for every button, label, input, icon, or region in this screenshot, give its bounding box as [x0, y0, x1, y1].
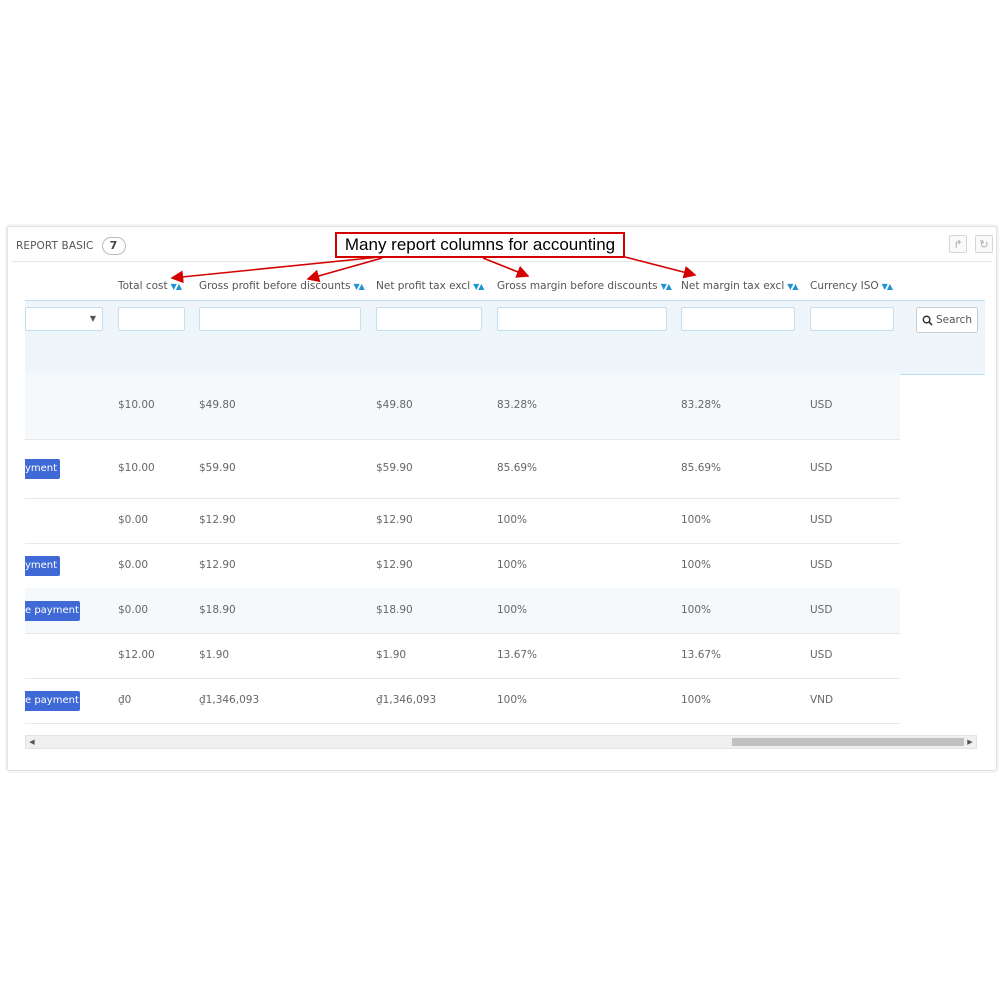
cell-gross-margin: 100%	[497, 604, 528, 616]
cell-net-profit: $18.90	[376, 604, 413, 616]
cell-net-margin: 13.67%	[681, 649, 722, 661]
cell-total-cost: $10.00	[118, 462, 155, 474]
cell-gross-profit: $12.90	[199, 559, 236, 571]
cell-net-margin: 100%	[681, 559, 712, 571]
cell-net-profit: $1.90	[376, 649, 407, 661]
total-cost-filter-input[interactable]	[118, 307, 185, 331]
col-label: Currency ISO	[810, 280, 879, 292]
cell-currency: USD	[810, 604, 833, 616]
cell-gross-profit: $1.90	[199, 649, 230, 661]
table-row: $12.00 $1.90 $1.90 13.67% 13.67% USD	[25, 633, 900, 679]
col-header-total-cost[interactable]: Total cost ▼▲	[118, 280, 182, 292]
payment-button[interactable]: yment	[25, 459, 60, 479]
cell-net-profit: ₫1,346,093	[376, 694, 437, 706]
cell-currency: USD	[810, 559, 833, 571]
cell-net-margin: 83.28%	[681, 399, 722, 411]
cell-currency: USD	[810, 514, 833, 526]
scroll-left-icon[interactable]: ◀	[26, 736, 38, 748]
cell-net-margin: 100%	[681, 514, 712, 526]
cell-total-cost: $12.00	[118, 649, 155, 661]
refresh-icon[interactable]: ↻	[975, 235, 993, 253]
net-margin-filter-input[interactable]	[681, 307, 795, 331]
col-header-net-margin[interactable]: Net margin tax excl ▼▲	[681, 280, 799, 292]
net-profit-filter-input[interactable]	[376, 307, 482, 331]
col-header-gross-margin[interactable]: Gross margin before discounts ▼▲	[497, 280, 672, 292]
panel-title: REPORT BASIC	[16, 240, 94, 252]
table-row: e payment $0.00 $18.90 $18.90 100% 100% USD	[25, 588, 900, 634]
export-icon[interactable]: ↱	[949, 235, 967, 253]
row-count-badge: 7	[101, 237, 126, 255]
search-icon	[922, 315, 933, 326]
col-label: Gross profit before discounts	[199, 280, 351, 292]
cell-total-cost: ₫0	[118, 694, 132, 706]
payment-button[interactable]: yment	[25, 556, 60, 576]
chevron-down-icon: ▼	[89, 314, 96, 323]
cell-currency: USD	[810, 399, 833, 411]
sort-icon[interactable]: ▼▲	[787, 282, 798, 291]
cell-gross-margin: 100%	[497, 514, 528, 526]
col-label: Net profit tax excl	[376, 280, 471, 292]
cell-currency: VND	[810, 694, 834, 706]
sort-icon[interactable]: ▼▲	[353, 282, 364, 291]
sort-icon[interactable]: ▼▲	[171, 282, 182, 291]
payment-button[interactable]: e payment	[25, 691, 80, 711]
col-header-currency[interactable]: Currency ISO ▼▲	[810, 280, 893, 292]
report-panel: REPORT BASIC 7 ↱ ↻ Total cost ▼▲ Gross pr…	[7, 226, 997, 771]
cell-gross-profit: $59.90	[199, 462, 236, 474]
sort-icon[interactable]: ▼▲	[882, 282, 893, 291]
table-row: yment $10.00 $59.90 $59.90 85.69% 85.69% USD	[25, 439, 900, 499]
table-row: $0.00 $12.90 $12.90 100% 100% USD	[25, 498, 900, 544]
cell-gross-margin: 100%	[497, 559, 528, 571]
cell-gross-margin: 13.67%	[497, 649, 538, 661]
payment-button[interactable]: e payment	[25, 601, 80, 621]
annotation-callout: Many report columns for accounting	[335, 232, 625, 258]
search-button[interactable]: Search	[916, 307, 978, 333]
cell-net-profit: $12.90	[376, 514, 413, 526]
filter-row: ▼ Search	[25, 300, 985, 375]
currency-filter-input[interactable]	[810, 307, 894, 331]
horizontal-scrollbar[interactable]: ◀ ▶	[25, 735, 977, 749]
sort-icon[interactable]: ▼▲	[661, 282, 672, 291]
cell-total-cost: $10.00	[118, 399, 155, 411]
col-header-gross-profit[interactable]: Gross profit before discounts ▼▲	[199, 280, 365, 292]
gross-margin-filter-input[interactable]	[497, 307, 667, 331]
cell-gross-profit: $12.90	[199, 514, 236, 526]
cell-net-profit: $59.90	[376, 462, 413, 474]
col-label: Total cost	[118, 280, 168, 292]
cell-net-margin: 85.69%	[681, 462, 722, 474]
cell-total-cost: $0.00	[118, 514, 149, 526]
sort-icon[interactable]: ▼▲	[473, 282, 484, 291]
col-label: Gross margin before discounts	[497, 280, 658, 292]
col-label: Net margin tax excl	[681, 280, 785, 292]
cell-gross-margin: 100%	[497, 694, 528, 706]
cell-net-margin: 100%	[681, 604, 712, 616]
cell-total-cost: $0.00	[118, 559, 149, 571]
cell-gross-profit: $18.90	[199, 604, 236, 616]
status-filter-select[interactable]: ▼	[25, 307, 103, 331]
col-header-net-profit[interactable]: Net profit tax excl ▼▲	[376, 280, 484, 292]
cell-net-profit: $12.90	[376, 559, 413, 571]
table-row: $10.00 $49.80 $49.80 83.28% 83.28% USD	[25, 373, 900, 440]
cell-currency: USD	[810, 462, 833, 474]
cell-total-cost: $0.00	[118, 604, 149, 616]
cell-currency: USD	[810, 649, 833, 661]
gross-profit-filter-input[interactable]	[199, 307, 361, 331]
cell-gross-profit: $49.80	[199, 399, 236, 411]
cell-net-margin: 100%	[681, 694, 712, 706]
panel-heading: REPORT BASIC 7	[16, 235, 126, 257]
cell-gross-profit: ₫1,346,093	[199, 694, 260, 706]
cell-gross-margin: 85.69%	[497, 462, 538, 474]
table-row: yment $0.00 $12.90 $12.90 100% 100% USD	[25, 543, 900, 589]
cell-gross-margin: 83.28%	[497, 399, 538, 411]
scroll-right-icon[interactable]: ▶	[964, 736, 976, 748]
divider	[12, 261, 992, 262]
report-table: Total cost ▼▲ Gross profit before discoun…	[25, 263, 985, 733]
search-label: Search	[935, 314, 973, 326]
table-row: e payment ₫0 ₫1,346,093 ₫1,346,093 100% 100% V…	[25, 678, 900, 724]
scrollbar-thumb[interactable]	[732, 738, 964, 746]
cell-net-profit: $49.80	[376, 399, 413, 411]
